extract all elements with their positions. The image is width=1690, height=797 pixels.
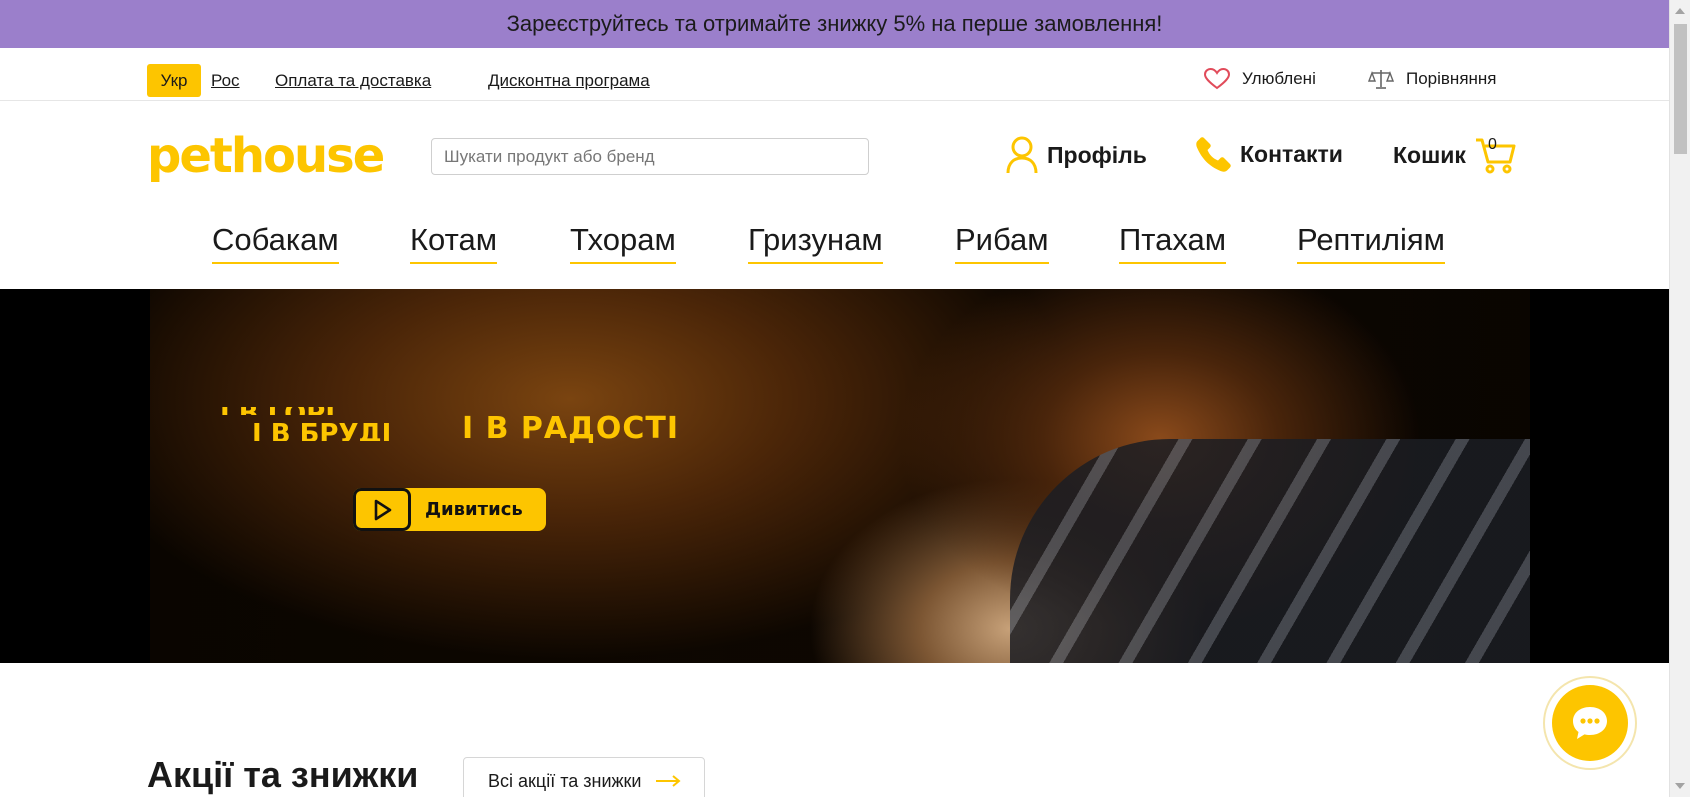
- play-icon: [353, 488, 411, 531]
- arrow-right-icon: [656, 775, 682, 787]
- category-cats[interactable]: Котам: [410, 222, 498, 264]
- payment-delivery-link[interactable]: Оплата та доставка: [275, 71, 431, 91]
- chat-bubble-icon: [1573, 707, 1607, 739]
- promo-banner[interactable]: Зареєструйтесь та отримайте знижку 5% на…: [0, 0, 1669, 48]
- category-dogs[interactable]: Собакам: [212, 222, 339, 264]
- page: Зареєструйтесь та отримайте знижку 5% на…: [0, 0, 1690, 797]
- category-rodents[interactable]: Гризунам: [748, 222, 883, 264]
- lang-rus-link[interactable]: Рос: [211, 71, 240, 91]
- category-birds[interactable]: Птахам: [1119, 222, 1227, 264]
- chat-button[interactable]: [1552, 685, 1628, 761]
- contacts-link[interactable]: Контакти: [1196, 136, 1343, 172]
- scroll-thumb[interactable]: [1674, 24, 1687, 154]
- cart-count-badge: 0: [1488, 136, 1497, 153]
- category-reptiles[interactable]: Рептиліям: [1297, 222, 1445, 264]
- phone-icon: [1196, 137, 1231, 172]
- utility-bar: Укр Рос Оплата та доставка Дисконтна про…: [0, 48, 1669, 101]
- category-ferrets[interactable]: Тхорам: [570, 222, 676, 264]
- contacts-label: Контакти: [1240, 140, 1343, 167]
- pethouse-logo[interactable]: pethouse: [147, 128, 385, 184]
- lang-ukr-button[interactable]: Укр: [147, 64, 201, 97]
- compare-label: Порівняння: [1406, 69, 1497, 88]
- user-icon: [1006, 136, 1038, 174]
- cart-label: Кошик: [1393, 141, 1466, 168]
- profile-link[interactable]: Профіль: [1005, 136, 1147, 174]
- scroll-down-icon[interactable]: [1675, 783, 1685, 789]
- scales-icon: [1368, 70, 1394, 89]
- search-input[interactable]: [431, 138, 869, 175]
- hero-slogan-line2: І В БРУДІ: [252, 419, 392, 441]
- profile-label: Профіль: [1047, 141, 1147, 168]
- hero-banner[interactable]: І В ГОРІ, І В БРУДІ І В РАДОСТІ Дивитись: [0, 289, 1669, 663]
- hero-slogan-line3: І В РАДОСТІ: [462, 411, 679, 446]
- cart-link[interactable]: Кошик: [1393, 136, 1516, 174]
- compare-link[interactable]: Порівняння: [1368, 68, 1497, 90]
- chat-widget[interactable]: [1543, 676, 1637, 770]
- watch-video-label: Дивитись: [425, 499, 523, 520]
- all-promos-button[interactable]: Всі акції та знижки: [463, 757, 705, 797]
- hero-photo-sweater: [1010, 439, 1530, 663]
- all-promos-label: Всі акції та знижки: [488, 770, 642, 791]
- promo-text: Зареєструйтесь та отримайте знижку 5% на…: [506, 11, 1163, 36]
- favorites-label: Улюблені: [1242, 69, 1316, 88]
- page-scrollbar[interactable]: [1669, 0, 1690, 797]
- scroll-up-icon[interactable]: [1675, 8, 1685, 14]
- discount-program-link[interactable]: Дисконтна програма: [488, 71, 650, 91]
- hero-slogan-line1: І В ГОРІ,: [220, 407, 345, 415]
- category-fish[interactable]: Рибам: [955, 222, 1049, 264]
- promos-section-title: Акції та знижки: [147, 754, 419, 795]
- watch-video-button[interactable]: Дивитись: [353, 488, 546, 531]
- heart-icon: [1204, 68, 1230, 90]
- favorites-link[interactable]: Улюблені: [1204, 68, 1316, 90]
